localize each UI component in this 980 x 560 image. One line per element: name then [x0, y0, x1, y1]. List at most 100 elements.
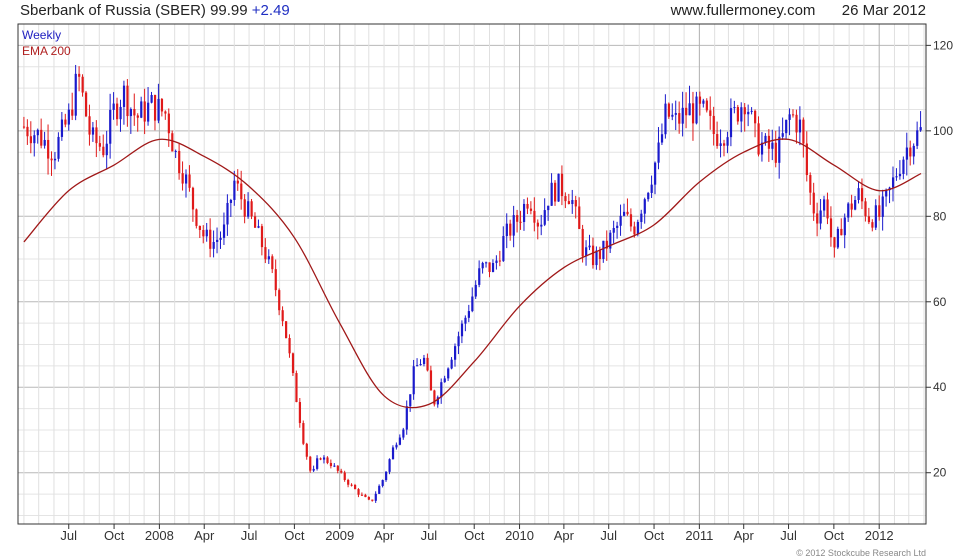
- bar-body: [385, 471, 388, 481]
- bar-body: [122, 85, 126, 107]
- bar-body: [557, 173, 560, 202]
- bar-body: [716, 134, 719, 147]
- y-tick-label: 100: [933, 124, 953, 138]
- site-link[interactable]: www.fullermoney.com: [671, 2, 816, 19]
- bar-body: [867, 216, 871, 223]
- bar-body: [919, 127, 922, 131]
- bar-body: [460, 323, 464, 337]
- bar-body: [467, 311, 470, 318]
- bar-body: [674, 113, 677, 115]
- bar-body: [64, 119, 67, 125]
- bar-body: [854, 199, 857, 210]
- bar-body: [391, 447, 395, 460]
- bar-body: [119, 106, 122, 120]
- bar-body: [360, 494, 364, 496]
- bar-body: [419, 364, 422, 366]
- bar-body: [247, 201, 250, 217]
- bar-body: [671, 114, 674, 117]
- bar-body: [95, 127, 98, 144]
- bar-body: [347, 479, 350, 485]
- bar-body: [767, 135, 771, 149]
- bar-body: [440, 382, 443, 398]
- bar-body: [212, 241, 215, 249]
- bar-body: [84, 92, 88, 117]
- bar-body: [529, 208, 533, 211]
- chart-title: Sberbank of Russia (SBER) 99.99: [20, 2, 248, 19]
- bar-body: [802, 119, 805, 144]
- bar-body: [333, 465, 336, 467]
- bar-body: [47, 139, 50, 159]
- bar-body: [185, 174, 188, 184]
- bar-body: [188, 174, 191, 188]
- bar-body: [302, 423, 305, 444]
- bar-body: [688, 103, 691, 116]
- bar-body: [153, 94, 157, 121]
- bar-body: [53, 158, 57, 161]
- bar-body: [622, 211, 626, 216]
- bar-body: [457, 336, 460, 347]
- bar-body: [657, 142, 660, 163]
- bar-body: [895, 176, 898, 178]
- bar-body: [567, 201, 571, 205]
- bar-body: [612, 227, 615, 233]
- bar-body: [305, 443, 308, 457]
- bar-body: [598, 250, 602, 259]
- y-tick-label: 60: [933, 295, 947, 309]
- chart-date: 26 Mar 2012: [841, 2, 926, 19]
- legend-weekly: Weekly: [22, 28, 62, 42]
- y-tick-label: 40: [933, 380, 947, 394]
- bar-body: [519, 221, 522, 223]
- bar-body: [291, 353, 295, 374]
- bar-body: [167, 113, 170, 134]
- bar-body: [367, 497, 370, 500]
- bar-body: [222, 224, 226, 238]
- bar-body: [619, 215, 622, 226]
- bar-body: [343, 472, 346, 480]
- bar-body: [836, 228, 840, 248]
- bar-body: [178, 150, 181, 174]
- bar-body: [581, 228, 584, 257]
- bar-body: [233, 180, 236, 200]
- bar-body: [516, 215, 519, 222]
- bar-body: [874, 205, 877, 228]
- bar-body: [429, 370, 433, 391]
- bar-body: [22, 126, 26, 128]
- bar-body: [774, 142, 777, 163]
- bar-body: [388, 459, 391, 472]
- bar-body: [771, 142, 774, 149]
- x-tick-label: 2009: [325, 528, 354, 543]
- x-tick-label: Jul: [600, 528, 617, 543]
- bar-body: [202, 230, 205, 237]
- bar-body: [216, 239, 219, 242]
- bar-body: [522, 203, 526, 223]
- bar-body: [312, 468, 315, 471]
- bar-body: [171, 133, 174, 152]
- x-tick-label: Oct: [104, 528, 125, 543]
- bar-body: [757, 123, 760, 155]
- bar-body: [43, 139, 46, 146]
- bar-body: [791, 114, 795, 116]
- bar-body: [847, 203, 850, 218]
- bar-body: [640, 213, 643, 222]
- bar-body: [409, 394, 412, 407]
- bar-body: [916, 130, 919, 146]
- bar-body: [298, 402, 302, 424]
- bar-body: [660, 134, 664, 143]
- bar-body: [823, 199, 826, 211]
- bar-body: [550, 182, 553, 206]
- bar-body: [357, 489, 360, 495]
- bar-body: [857, 188, 860, 200]
- bar-body: [274, 269, 277, 291]
- x-tick-label: Jul: [780, 528, 797, 543]
- bar-body: [826, 199, 829, 219]
- bar-body: [109, 109, 112, 144]
- x-axis-labels: Jul Oct 2008 Apr Jul Oct 2009 Apr Jul Oct 2010 Apr J…: [60, 524, 894, 543]
- bar-body: [905, 147, 908, 160]
- bar-body: [378, 485, 381, 494]
- bar-body: [88, 116, 91, 135]
- bar-body: [498, 260, 502, 262]
- x-tick-label: Oct: [824, 528, 845, 543]
- bar-body: [595, 250, 598, 266]
- bar-body: [481, 262, 484, 269]
- bar-body: [416, 365, 419, 367]
